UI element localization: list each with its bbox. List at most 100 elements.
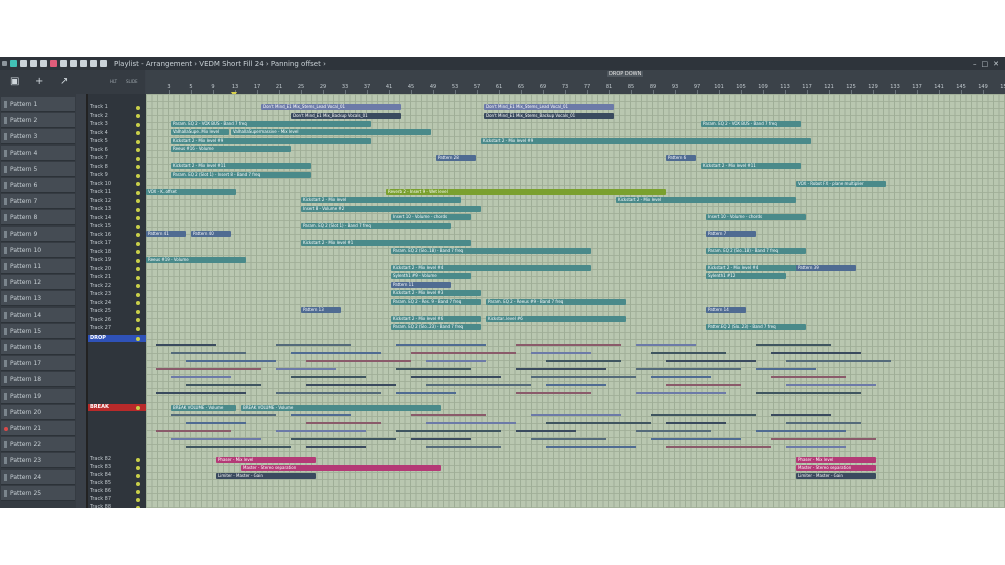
pattern-list-item[interactable]: Pattern 6 xyxy=(1,178,75,193)
track-header[interactable]: Track 5 xyxy=(88,138,146,145)
playlist-clip[interactable]: Don't Mind_E1 Mix_Backup Vocals_01 xyxy=(291,113,401,119)
pattern-list-item[interactable]: Pattern 2 xyxy=(1,113,75,129)
track-enable-icon[interactable] xyxy=(136,318,140,322)
track-header[interactable]: Track 9 xyxy=(88,172,146,179)
track-enable-icon[interactable] xyxy=(136,326,140,331)
playlist-clip[interactable]: Kickstar..level #6 xyxy=(486,316,626,322)
resize-icon[interactable]: ↗ xyxy=(60,76,68,87)
track-enable-icon[interactable] xyxy=(136,114,140,118)
track-enable-icon[interactable] xyxy=(136,267,140,271)
playlist-clip[interactable]: Don't Mind_E1 Mix_Stems_Lead Vocal_01 xyxy=(484,104,614,110)
track-enable-icon[interactable] xyxy=(136,473,140,478)
track-header[interactable]: Track 2 xyxy=(88,113,146,120)
track-enable-icon[interactable] xyxy=(136,139,140,144)
pattern-list-item[interactable]: Pattern 12 xyxy=(1,275,75,291)
timeline-marker-label[interactable]: DROP DOWN xyxy=(607,71,644,77)
playlist-clip[interactable]: Param. EQ 2 (Slo..18) - Band 7 freq xyxy=(391,248,591,254)
track-enable-icon[interactable] xyxy=(136,207,140,212)
slice-icon[interactable] xyxy=(69,60,77,67)
track-enable-icon[interactable] xyxy=(136,309,140,314)
pattern-list-item[interactable]: Pattern 20 xyxy=(1,404,75,420)
pattern-list-item[interactable]: Pattern 22 xyxy=(1,437,75,453)
track-enable-icon[interactable] xyxy=(136,148,140,152)
track-header[interactable]: Track 8 xyxy=(88,164,146,171)
track-header[interactable]: Track 84 xyxy=(88,472,146,479)
playlist-clip[interactable]: Kickstart 2 - Mix level #9 xyxy=(481,138,811,144)
pattern-list-item[interactable]: Pattern 15 xyxy=(1,323,75,339)
track-header[interactable]: Track 27 xyxy=(88,325,146,332)
track-header[interactable]: Track 13 xyxy=(88,206,146,213)
track-header[interactable]: Track 3 xyxy=(88,121,146,128)
delete-icon[interactable] xyxy=(39,60,47,67)
track-enable-icon[interactable] xyxy=(136,250,140,254)
track-enable-icon[interactable] xyxy=(136,457,140,462)
pattern-list-item[interactable]: Pattern 24 xyxy=(1,469,75,485)
track-enable-icon[interactable] xyxy=(136,105,140,110)
slip-icon[interactable] xyxy=(59,60,67,67)
track-header[interactable]: Track 85 xyxy=(88,480,146,487)
track-enable-icon[interactable] xyxy=(136,199,140,203)
pattern-list-item[interactable]: Pattern 10 xyxy=(1,242,75,258)
playlist-clip[interactable]: Kickstart 2 - Mix level #4 xyxy=(706,265,806,271)
pattern-list-item[interactable]: Pattern 13 xyxy=(1,291,75,307)
track-header[interactable]: Track 17 xyxy=(88,240,146,247)
track-enable-icon[interactable] xyxy=(136,497,140,502)
playlist-clip[interactable]: Param. EQ 2 (Slo..23) - Band 7 freq xyxy=(391,324,481,330)
playlist-clip[interactable]: Don't Mind_E1 Mix_Stems_Backup Vocals_01 xyxy=(484,113,614,119)
track-enable-icon[interactable] xyxy=(136,131,140,135)
playlist-clip[interactable]: Phaser - Mix level xyxy=(216,457,316,463)
playlist-clip[interactable]: Kickstart 2 - Mix level xyxy=(616,197,796,203)
playlist-clip[interactable]: Param. EQ 2 (Slot 1) - Insert 8 - Band 7… xyxy=(171,172,311,178)
playlist-clip[interactable]: Insert 10 - Volume - chords xyxy=(391,214,471,220)
playlist-clip[interactable]: BREAK VOLUME - Volume xyxy=(171,405,236,411)
pattern-list-item[interactable]: Pattern 3 xyxy=(1,129,75,145)
track-header[interactable]: Track 6 xyxy=(88,147,146,154)
playlist-clip[interactable]: Don't Mind_E1 Mix_Stems_Lead Vocal_01 xyxy=(261,104,401,110)
track-header[interactable]: Track 83 xyxy=(88,464,146,471)
pattern-list-item[interactable]: Pattern 11 xyxy=(1,259,75,274)
track-header[interactable]: Track 19 xyxy=(88,257,146,264)
track-header[interactable]: Track 24 xyxy=(88,300,146,307)
timeline-ruler[interactable]: 3 5 9 13 17 21 25 29 33 37 41 45 49 53 57 61 65 69 73 77 81 8… xyxy=(146,70,1005,97)
track-header[interactable]: DROP xyxy=(88,335,146,342)
track-enable-icon[interactable] xyxy=(136,165,140,169)
track-header[interactable]: Track 4 xyxy=(88,130,146,137)
close-button[interactable]: ✕ xyxy=(993,60,999,68)
pattern-list-item[interactable]: Pattern 19 xyxy=(1,388,75,404)
pattern-list-item[interactable]: Pattern 25 xyxy=(1,485,75,501)
playlist-clip[interactable]: Pattern 13 xyxy=(301,307,341,313)
playlist-clip[interactable]: Kickstart 2 - Mix level #4 xyxy=(391,265,591,271)
track-enable-icon[interactable] xyxy=(136,156,140,161)
playlist-clip[interactable]: Kickstart 2 - Mix level #11 xyxy=(171,163,311,169)
track-header[interactable]: Track 21 xyxy=(88,274,146,281)
track-enable-icon[interactable] xyxy=(136,275,140,280)
playlist-clip[interactable]: VOX - K..offset xyxy=(146,189,236,195)
track-enable-icon[interactable] xyxy=(136,465,140,470)
track-enable-icon[interactable] xyxy=(136,505,140,508)
track-header[interactable]: Track 10 xyxy=(88,181,146,188)
playlist-clip[interactable]: Master - Stereo separation xyxy=(796,465,876,471)
playlist-clip[interactable]: Param. EQ 2 (Slot 1) - Band 7 freq xyxy=(301,223,451,229)
playlist-grid[interactable]: Don't Mind_E1 Mix_Stems_Lead Vocal_01 Don… xyxy=(146,94,1005,508)
track-header[interactable]: Track 86 xyxy=(88,488,146,495)
playlist-clip[interactable]: Kickstart 2 - Mix level #6 xyxy=(391,316,481,322)
track-header[interactable]: Track 82 xyxy=(88,456,146,463)
track-enable-icon[interactable] xyxy=(136,224,140,229)
pattern-list-item[interactable]: Pattern 23 xyxy=(1,453,75,469)
playlist-clip[interactable]: VaIhallaSupe..Mix level xyxy=(171,129,229,135)
track-enable-icon[interactable] xyxy=(136,258,140,263)
maximize-button[interactable]: □ xyxy=(982,60,989,68)
minimize-button[interactable]: – xyxy=(973,60,977,68)
playlist-clip[interactable]: Pattern 40 xyxy=(191,231,231,237)
playlist-clip[interactable]: Param. EQ 2 - Reeus #9 - Band 7 freq xyxy=(486,299,626,305)
playlist-clip[interactable]: Insert 8 - Volume #2 xyxy=(301,206,481,212)
playlist-clip[interactable]: Kickstart 2 - Mix level xyxy=(301,197,461,203)
track-header[interactable]: Track 18 xyxy=(88,249,146,256)
playlist-clip[interactable]: Sylenth1 #12 xyxy=(706,273,786,279)
playlist-clip[interactable]: Reeus #19 - Volume xyxy=(146,257,246,263)
track-header[interactable]: BREAK xyxy=(88,404,146,411)
playlist-clip[interactable]: Kickstart 2 - Mix level #1 xyxy=(301,240,471,246)
playlist-clip[interactable]: Pattern 41 xyxy=(146,231,186,237)
track-header[interactable]: Track 16 xyxy=(88,232,146,239)
playlist-clip[interactable]: Pattern 14 xyxy=(706,307,746,313)
